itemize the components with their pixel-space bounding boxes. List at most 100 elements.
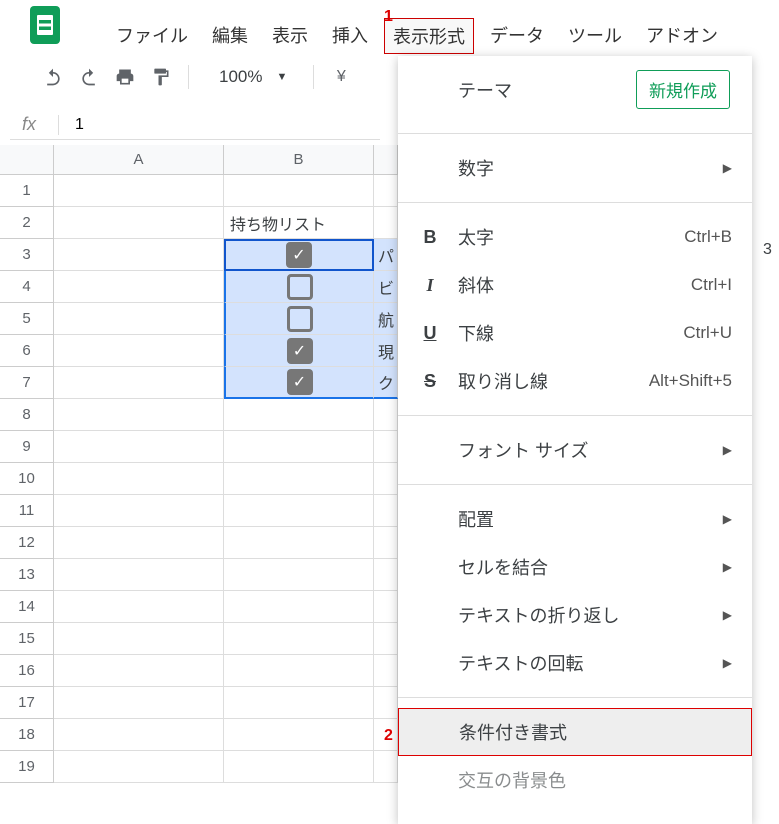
- cell-A18[interactable]: [54, 719, 224, 751]
- cell-C19[interactable]: [374, 751, 398, 783]
- cell-B19[interactable]: [224, 751, 374, 783]
- row-header[interactable]: 5: [0, 303, 54, 335]
- row-header[interactable]: 10: [0, 463, 54, 495]
- select-all-corner[interactable]: [0, 145, 54, 175]
- cell-B16[interactable]: [224, 655, 374, 687]
- cell-C8[interactable]: [374, 399, 398, 431]
- cell-B9[interactable]: [224, 431, 374, 463]
- menu-item-italic[interactable]: I 斜体 Ctrl+I: [398, 261, 752, 309]
- cell-C14[interactable]: [374, 591, 398, 623]
- menu-item-number[interactable]: 数字 ▶: [398, 144, 752, 192]
- cell-B17[interactable]: [224, 687, 374, 719]
- row-header[interactable]: 17: [0, 687, 54, 719]
- cell-A11[interactable]: [54, 495, 224, 527]
- checkbox-checked-icon[interactable]: ✓: [287, 338, 313, 364]
- print-button[interactable]: [110, 62, 140, 92]
- menu-item-align[interactable]: 配置 ▶: [398, 495, 752, 543]
- row-header[interactable]: 18: [0, 719, 54, 751]
- row-header[interactable]: 11: [0, 495, 54, 527]
- menu-item-theme[interactable]: テーマ 新規作成: [398, 56, 752, 123]
- cell-C17[interactable]: [374, 687, 398, 719]
- cell-C4[interactable]: ビ: [374, 271, 398, 303]
- menu-edit[interactable]: 編集: [204, 18, 256, 54]
- row-header[interactable]: 14: [0, 591, 54, 623]
- cell-C11[interactable]: [374, 495, 398, 527]
- cell-C15[interactable]: [374, 623, 398, 655]
- cell-C2[interactable]: [374, 207, 398, 239]
- cell-A12[interactable]: [54, 527, 224, 559]
- cell-B2[interactable]: 持ち物リスト: [224, 207, 374, 239]
- row-header[interactable]: 6: [0, 335, 54, 367]
- cell-C12[interactable]: [374, 527, 398, 559]
- menu-item-underline[interactable]: U 下線 Ctrl+U: [398, 309, 752, 357]
- menu-item-strikethrough[interactable]: S 取り消し線 Alt+Shift+5: [398, 357, 752, 405]
- menu-item-rotate[interactable]: テキストの回転 ▶: [398, 639, 752, 687]
- row-header[interactable]: 3: [0, 239, 54, 271]
- cell-B7[interactable]: ✓: [224, 367, 374, 399]
- cell-B13[interactable]: [224, 559, 374, 591]
- cell-B15[interactable]: [224, 623, 374, 655]
- cell-A2[interactable]: [54, 207, 224, 239]
- checkbox-unchecked-icon[interactable]: [287, 274, 313, 300]
- cell-B6[interactable]: ✓: [224, 335, 374, 367]
- cell-C9[interactable]: [374, 431, 398, 463]
- cell-C13[interactable]: [374, 559, 398, 591]
- redo-button[interactable]: [74, 62, 104, 92]
- cell-B1[interactable]: [224, 175, 374, 207]
- menu-item-conditional-format[interactable]: 条件付き書式: [398, 708, 752, 756]
- cell-C3[interactable]: パ: [374, 239, 398, 271]
- menu-item-wrap[interactable]: テキストの折り返し ▶: [398, 591, 752, 639]
- paint-format-button[interactable]: [146, 62, 176, 92]
- cell-C5[interactable]: 航: [374, 303, 398, 335]
- menu-item-merge[interactable]: セルを結合 ▶: [398, 543, 752, 591]
- currency-button[interactable]: ¥: [326, 62, 356, 92]
- cell-A13[interactable]: [54, 559, 224, 591]
- row-header[interactable]: 16: [0, 655, 54, 687]
- row-header[interactable]: 19: [0, 751, 54, 783]
- row-header[interactable]: 2: [0, 207, 54, 239]
- menu-data[interactable]: データ: [482, 18, 552, 54]
- cell-B10[interactable]: [224, 463, 374, 495]
- cell-C10[interactable]: [374, 463, 398, 495]
- cell-A1[interactable]: [54, 175, 224, 207]
- cell-C7[interactable]: ク: [374, 367, 398, 399]
- row-header[interactable]: 9: [0, 431, 54, 463]
- cell-A15[interactable]: [54, 623, 224, 655]
- undo-button[interactable]: [38, 62, 68, 92]
- cell-A10[interactable]: [54, 463, 224, 495]
- menu-file[interactable]: ファイル: [108, 18, 196, 54]
- menu-tools[interactable]: ツール: [560, 18, 630, 54]
- cell-B4[interactable]: [224, 271, 374, 303]
- menu-item-fontsize[interactable]: フォント サイズ ▶: [398, 426, 752, 474]
- checkbox-checked-icon[interactable]: ✓: [287, 369, 313, 395]
- cell-A4[interactable]: [54, 271, 224, 303]
- sheets-app-icon[interactable]: [30, 6, 60, 44]
- cell-C1[interactable]: [374, 175, 398, 207]
- menu-item-alternating-colors[interactable]: 交互の背景色: [398, 756, 752, 804]
- checkbox-checked-icon[interactable]: ✓: [286, 242, 312, 268]
- menu-view[interactable]: 表示: [264, 18, 316, 54]
- cells-area[interactable]: 持ち物リスト ✓ パ ビ 航 ✓ 現 ✓ ク: [54, 175, 398, 783]
- cell-A17[interactable]: [54, 687, 224, 719]
- cell-C6[interactable]: 現: [374, 335, 398, 367]
- row-header[interactable]: 13: [0, 559, 54, 591]
- cell-B5[interactable]: [224, 303, 374, 335]
- zoom-dropdown[interactable]: 100% ▼: [219, 67, 287, 87]
- menu-item-bold[interactable]: B 太字 Ctrl+B: [398, 213, 752, 261]
- menu-format[interactable]: 表示形式: [384, 18, 474, 54]
- cell-A8[interactable]: [54, 399, 224, 431]
- col-header-C[interactable]: [374, 145, 398, 175]
- menu-insert[interactable]: 挿入: [324, 18, 376, 54]
- col-header-B[interactable]: B: [224, 145, 374, 175]
- row-header[interactable]: 1: [0, 175, 54, 207]
- col-header-A[interactable]: A: [54, 145, 224, 175]
- menu-addons[interactable]: アドオン: [638, 18, 726, 54]
- row-header[interactable]: 12: [0, 527, 54, 559]
- row-header[interactable]: 15: [0, 623, 54, 655]
- cell-B18[interactable]: [224, 719, 374, 751]
- cell-A14[interactable]: [54, 591, 224, 623]
- row-header[interactable]: 4: [0, 271, 54, 303]
- cell-B11[interactable]: [224, 495, 374, 527]
- row-header[interactable]: 7: [0, 367, 54, 399]
- formula-input[interactable]: [59, 116, 380, 134]
